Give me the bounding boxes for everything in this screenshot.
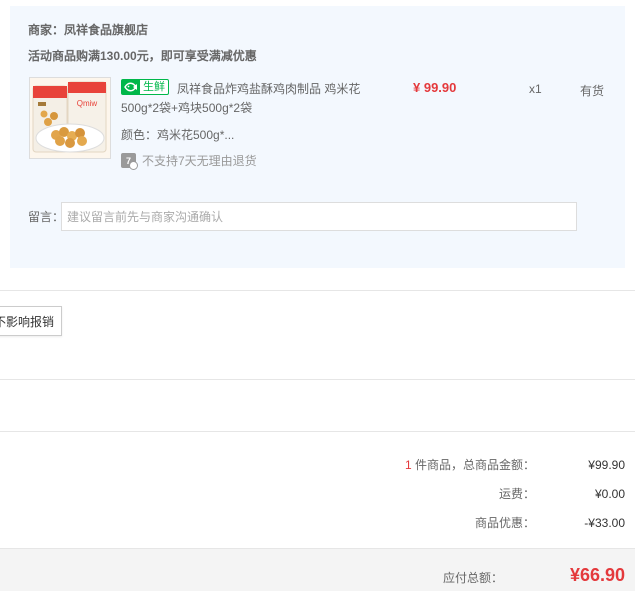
- product-spec: 颜色：鸡米花500g*...: [121, 128, 235, 142]
- merchant-name: 商家：凤祥食品旗舰店: [28, 23, 149, 37]
- payable-label: 应付总额：: [443, 571, 504, 585]
- checkout-page: 商家：凤祥食品旗舰店 活动商品购满130.00元，即可享受满减优惠 Qmiw 凤…: [0, 0, 635, 591]
- payable-amount: ¥66.90: [569, 565, 625, 585]
- divider: [0, 379, 635, 380]
- shipping-amount: ¥0.00: [594, 486, 625, 501]
- goods-total-row: 1 件商品，总商品金额： ¥99.90: [405, 456, 625, 473]
- shipping-label: 运费：: [498, 487, 535, 501]
- shipping-row: 运费： ¥0.00: [499, 485, 625, 502]
- goods-total-label: 件商品，总商品金额：: [411, 458, 535, 472]
- promo-text: 活动商品购满130.00元，即可享受满减优惠: [28, 49, 257, 63]
- product-image: Qmiw: [30, 78, 110, 158]
- item-quantity: x1: [529, 82, 542, 96]
- stock-status: 有货: [580, 84, 605, 98]
- product-thumbnail[interactable]: Qmiw: [29, 77, 111, 159]
- goods-total-amount: ¥99.90: [588, 457, 625, 472]
- divider: [0, 431, 635, 432]
- store-order-panel: 商家：凤祥食品旗舰店 活动商品购满130.00元，即可享受满减优惠 Qmiw 凤…: [10, 6, 625, 268]
- return-policy-text: 不支持7天无理由退货: [142, 154, 257, 168]
- fish-icon: [122, 80, 140, 94]
- item-count: 1: [404, 458, 412, 472]
- return-policy-note: 7 不支持7天无理由退货: [121, 152, 257, 170]
- discount-amount: -¥33.00: [584, 515, 625, 530]
- remark-input[interactable]: [61, 202, 577, 231]
- svg-text:Qmiw: Qmiw: [77, 99, 98, 108]
- item-price: ¥ 99.90: [413, 80, 457, 95]
- payable-total-bar: 应付总额： ¥66.90: [0, 548, 635, 591]
- remark-label: 留言：: [28, 210, 65, 224]
- no-7day-return-icon: 7: [121, 153, 138, 170]
- discount-row: 商品优惠： -¥33.00: [475, 514, 625, 531]
- fresh-tag: 生鲜: [121, 79, 169, 95]
- divider: [0, 290, 635, 291]
- discount-label: 商品优惠：: [474, 516, 535, 530]
- reimbursement-option-button[interactable]: 不影响报销: [0, 306, 62, 336]
- fresh-tag-label: 生鲜: [143, 81, 165, 93]
